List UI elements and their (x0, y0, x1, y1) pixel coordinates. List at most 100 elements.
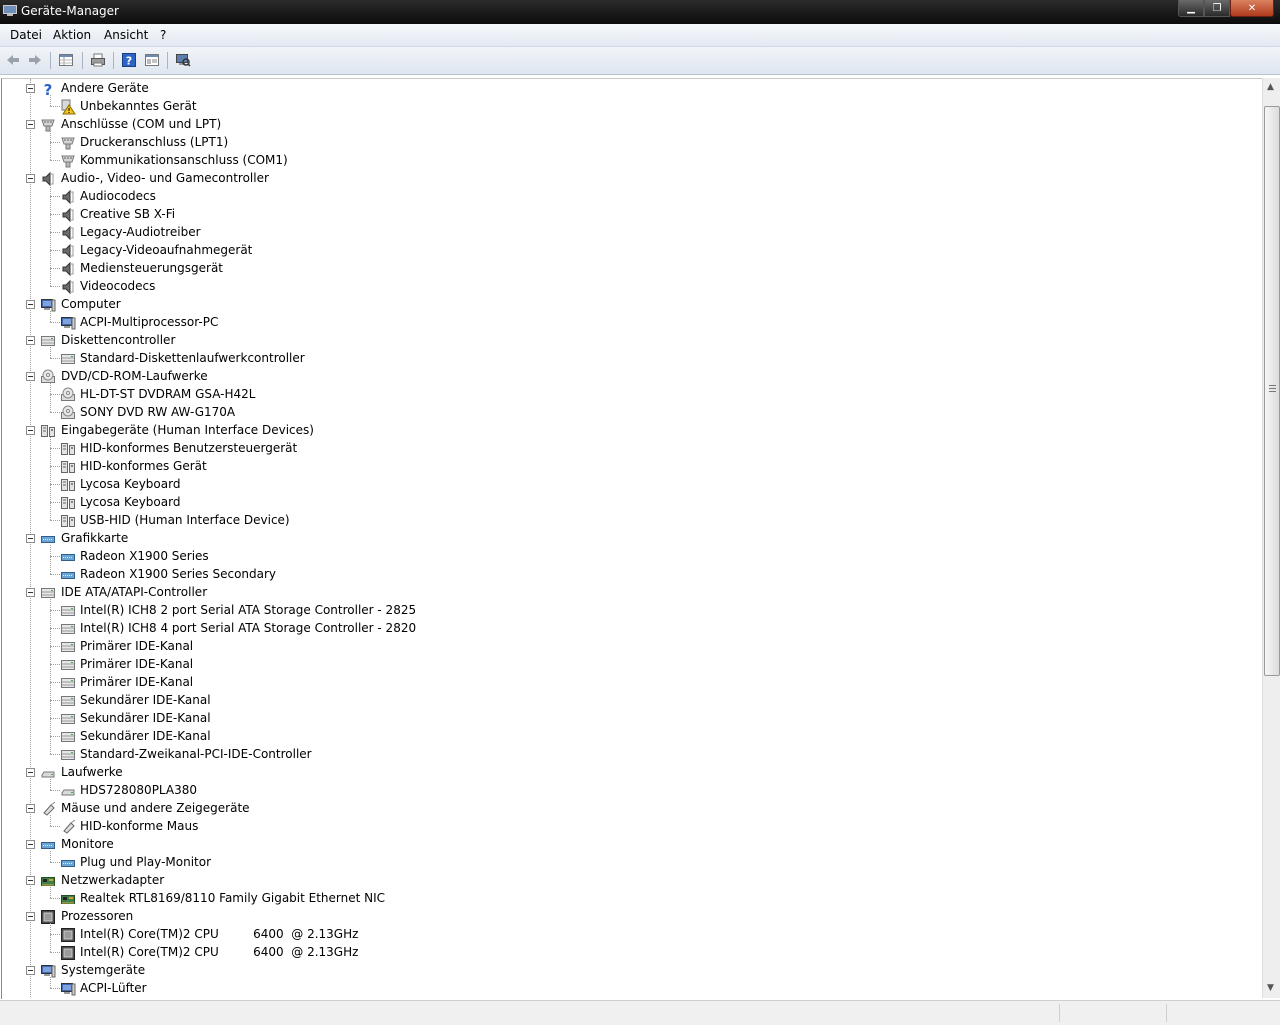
collapse-toggle[interactable] (26, 372, 35, 381)
tree-item[interactable]: ACPI-Multiprocessor-PC (2, 313, 602, 331)
tree-item[interactable]: Primärer IDE-Kanal (2, 637, 602, 655)
tree-category-7[interactable]: Grafikkarte (2, 529, 602, 547)
back-arrow-icon[interactable] (5, 52, 21, 68)
tree-item[interactable]: Realtek RTL8169/8110 Family Gigabit Ethe… (2, 889, 602, 907)
tree-category-label: Prozessoren (61, 909, 134, 923)
scan-hardware-icon[interactable] (175, 52, 191, 68)
tree-item[interactable]: Radeon X1900 Series Secondary (2, 565, 602, 583)
tree-item[interactable]: USB-HID (Human Interface Device) (2, 511, 602, 529)
collapse-toggle[interactable] (26, 876, 35, 885)
tree-item[interactable]: Kommunikationsanschluss (COM1) (2, 151, 602, 169)
scroll-up-arrow-icon[interactable]: ▲ (1267, 82, 1274, 92)
tree-item[interactable]: Standard-Zweikanal-PCI-IDE-Controller (2, 745, 602, 763)
device-tree[interactable]: ? Andere Geräte Unbekanntes Gerät Anschlüss… (1, 78, 1263, 999)
tree-item[interactable]: Sekundärer IDE-Kanal (2, 691, 602, 709)
collapse-toggle[interactable] (26, 84, 35, 93)
tree-item[interactable]: HL-DT-ST DVDRAM GSA-H42L (2, 385, 602, 403)
maximize-button[interactable]: ❐ (1204, 0, 1230, 17)
tree-item[interactable]: Intel(R) ICH8 2 port Serial ATA Storage … (2, 601, 602, 619)
tree-item[interactable]: Mediensteuerungsgerät (2, 259, 602, 277)
network-card-icon (41, 877, 55, 886)
collapse-toggle[interactable] (26, 768, 35, 777)
collapse-toggle[interactable] (26, 174, 35, 183)
processor-icon (61, 928, 75, 942)
tree-category-11[interactable]: Monitore (2, 835, 602, 853)
tree-item[interactable]: Audiocodecs (2, 187, 602, 205)
tree-item[interactable]: HDS728080PLA380 (2, 781, 602, 799)
collapse-toggle[interactable] (26, 804, 35, 813)
tree-item[interactable]: SONY DVD RW AW-G170A (2, 403, 602, 421)
collapse-toggle[interactable] (26, 966, 35, 975)
tree-category-6[interactable]: Eingabegeräte (Human Interface Devices) (2, 421, 602, 439)
tree-category-3[interactable]: Computer (2, 295, 602, 313)
collapse-toggle[interactable] (26, 426, 35, 435)
collapse-toggle[interactable] (26, 534, 35, 543)
minimize-button[interactable]: ▁ (1178, 0, 1204, 17)
menu-datei[interactable]: Datei (10, 28, 42, 42)
dvd-drive-icon (61, 405, 75, 419)
details-pane-icon[interactable] (144, 52, 160, 68)
collapse-toggle[interactable] (26, 912, 35, 921)
toolbar: ? (0, 47, 1280, 75)
tree-item[interactable]: Intel(R) ICH8 4 port Serial ATA Storage … (2, 619, 602, 637)
collapse-toggle[interactable] (26, 300, 35, 309)
tree-item[interactable]: Sekundärer IDE-Kanal (2, 709, 602, 727)
tree-category-1[interactable]: Anschlüsse (COM und LPT) (2, 115, 602, 133)
tree-category-8[interactable]: IDE ATA/ATAPI-Controller (2, 583, 602, 601)
tree-item[interactable]: Standard-Diskettenlaufwerkcontroller (2, 349, 602, 367)
menu-ansicht[interactable]: Ansicht (104, 28, 148, 42)
tree-category-label: IDE ATA/ATAPI-Controller (61, 585, 208, 599)
tree-item[interactable]: Intel(R) Core(TM)2 CPU 6400 @ 2.13GHz (2, 943, 602, 961)
tree-item[interactable]: HID-konforme Maus (2, 817, 602, 835)
tree-item[interactable]: ACPI-Lüfter (2, 979, 602, 997)
scroll-down-arrow-icon[interactable]: ▼ (1267, 983, 1274, 993)
tree-item[interactable]: HID-konformes Gerät (2, 457, 602, 475)
tree-item[interactable]: HID-konformes Benutzersteuergerät (2, 439, 602, 457)
tree-item[interactable]: Druckeranschluss (LPT1) (2, 133, 602, 151)
controller-icon (61, 354, 75, 364)
tree-item[interactable]: Legacy-Audiotreiber (2, 223, 602, 241)
tree-item[interactable]: Lycosa Keyboard (2, 475, 602, 493)
disk-drive-icon (61, 789, 75, 796)
tree-item[interactable]: Sekundärer IDE-Kanal (2, 727, 602, 745)
tree-item-label: Realtek RTL8169/8110 Family Gigabit Ethe… (80, 891, 386, 905)
menu-bar: Datei Aktion Ansicht ? (0, 24, 1280, 47)
tree-item[interactable]: Creative SB X-Fi (2, 205, 602, 223)
collapse-toggle[interactable] (26, 336, 35, 345)
tree-item[interactable]: Plug und Play-Monitor (2, 853, 602, 871)
tree-category-label: Mäuse und andere Zeigegeräte (61, 801, 250, 815)
collapse-toggle[interactable] (26, 588, 35, 597)
tree-category-9[interactable]: Laufwerke (2, 763, 602, 781)
tree-category-4[interactable]: Diskettencontroller (2, 331, 602, 349)
close-button[interactable]: ✕ (1230, 0, 1274, 17)
tree-item[interactable]: Videocodecs (2, 277, 602, 295)
tree-category-13[interactable]: Prozessoren (2, 907, 602, 925)
tree-item[interactable]: Primärer IDE-Kanal (2, 673, 602, 691)
scroll-thumb[interactable] (1264, 106, 1280, 676)
tree-item[interactable]: Legacy-Videoaufnahmegerät (2, 241, 602, 259)
mouse-icon (43, 801, 56, 816)
forward-arrow-icon[interactable] (27, 52, 43, 68)
menu-help[interactable]: ? (160, 28, 166, 42)
menu-aktion[interactable]: Aktion (53, 28, 91, 42)
tree-category-14[interactable]: Systemgeräte (2, 961, 602, 979)
tree-item[interactable]: Unbekanntes Gerät (2, 97, 602, 115)
tree-category-0[interactable]: ? Andere Geräte (2, 79, 602, 97)
window-title: Geräte-Manager (21, 4, 119, 18)
tree-item[interactable]: Primärer IDE-Kanal (2, 655, 602, 673)
tree-category-5[interactable]: DVD/CD-ROM-Laufwerke (2, 367, 602, 385)
collapse-toggle[interactable] (26, 120, 35, 129)
controller-icon (61, 750, 75, 760)
vertical-scrollbar[interactable]: ▲ ▼ (1262, 78, 1280, 998)
tree-item-label: ACPI-Lüfter (80, 981, 147, 995)
tree-item[interactable]: Lycosa Keyboard (2, 493, 602, 511)
tree-category-12[interactable]: Netzwerkadapter (2, 871, 602, 889)
tree-category-10[interactable]: Mäuse und andere Zeigegeräte (2, 799, 602, 817)
tree-item[interactable]: Intel(R) Core(TM)2 CPU 6400 @ 2.13GHz (2, 925, 602, 943)
help-icon[interactable]: ? (121, 52, 137, 68)
tree-category-2[interactable]: Audio-, Video- und Gamecontroller (2, 169, 602, 187)
print-icon[interactable] (90, 52, 106, 68)
tree-item[interactable]: Radeon X1900 Series (2, 547, 602, 565)
properties-grid-icon[interactable] (58, 52, 74, 68)
collapse-toggle[interactable] (26, 840, 35, 849)
